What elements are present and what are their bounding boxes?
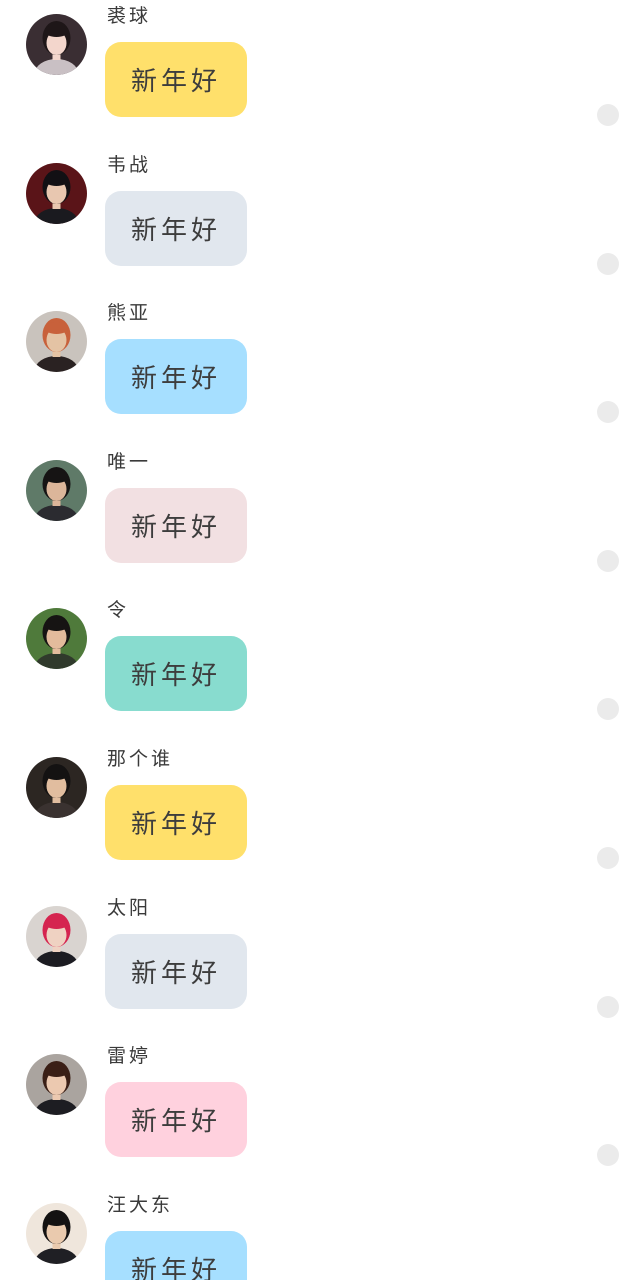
chat-message-list[interactable]: 裘球 新年好 韦战 新年好 熊亚 新年好 唯一 新年好 令 新年好 那个谁 新年… [0,0,632,1280]
sender-name: 韦战 [107,153,152,176]
unread-dot-indicator [597,252,619,275]
avatar[interactable] [26,905,87,967]
message-item: 熊亚 新年好 [0,297,632,446]
message-item: 裘球 新年好 [0,0,632,149]
person-portrait-icon [26,905,87,967]
message-item: 唯一 新年好 [0,446,632,595]
message-bubble[interactable]: 新年好 [105,933,247,1009]
unread-dot-indicator [597,104,619,126]
person-portrait-icon [26,608,87,670]
unread-dot-indicator [597,995,619,1018]
message-bubble[interactable]: 新年好 [105,487,247,563]
avatar[interactable] [26,14,87,75]
message-bubble[interactable]: 新年好 [105,785,247,860]
avatar[interactable] [26,608,87,670]
person-portrait-icon [26,757,87,818]
message-item: 韦战 新年好 [0,149,632,298]
sender-name: 太阳 [107,896,152,919]
sender-name: 熊亚 [107,302,152,325]
avatar[interactable] [26,162,87,224]
unread-dot-indicator [597,698,619,721]
person-portrait-icon [26,162,87,224]
avatar[interactable] [26,1202,87,1264]
message-item: 太阳 新年好 [0,892,632,1041]
sender-name: 那个谁 [107,748,174,770]
person-portrait-icon [26,459,87,521]
sender-name: 唯一 [107,450,152,473]
avatar[interactable] [26,311,87,373]
message-bubble[interactable]: 新年好 [105,190,247,266]
avatar[interactable] [26,757,87,818]
person-portrait-icon [26,311,87,373]
sender-name: 裘球 [107,5,152,27]
message-item: 令 新年好 [0,594,632,743]
unread-dot-indicator [597,401,619,424]
message-item: 雷婷 新年好 [0,1040,632,1189]
sender-name: 令 [107,599,130,622]
sender-name: 汪大东 [107,1193,174,1216]
message-bubble[interactable]: 新年好 [105,42,247,117]
person-portrait-icon [26,1054,87,1116]
message-item: 汪大东 新年好 [0,1189,632,1280]
message-item: 那个谁 新年好 [0,743,632,892]
unread-dot-indicator [597,847,619,869]
avatar[interactable] [26,1054,87,1116]
message-bubble[interactable]: 新年好 [105,1082,247,1158]
message-bubble[interactable]: 新年好 [105,339,247,415]
unread-dot-indicator [597,549,619,572]
person-portrait-icon [26,14,87,75]
avatar[interactable] [26,459,87,521]
message-bubble[interactable]: 新年好 [105,1230,247,1280]
unread-dot-indicator [597,1144,619,1167]
sender-name: 雷婷 [107,1045,152,1068]
message-bubble[interactable]: 新年好 [105,636,247,712]
person-portrait-icon [26,1202,87,1264]
